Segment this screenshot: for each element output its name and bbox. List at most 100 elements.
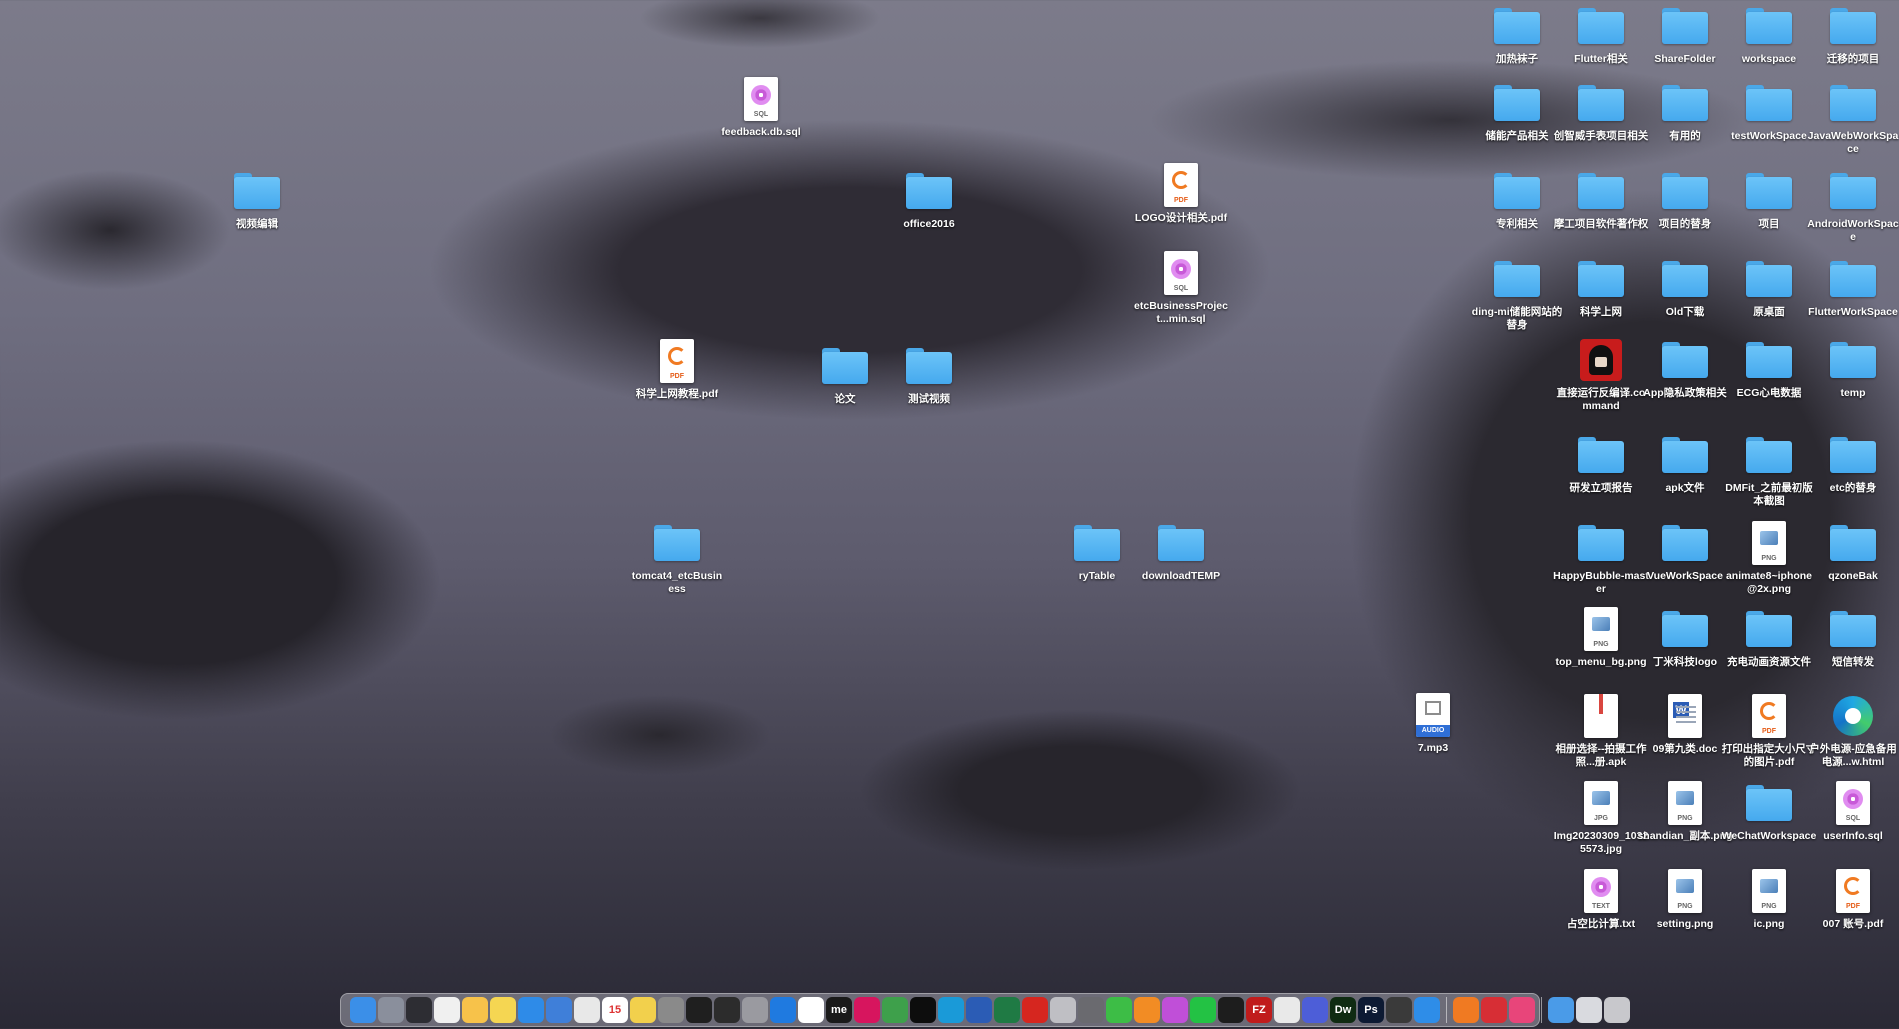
folder-youyong[interactable]: 有用的: [1637, 80, 1733, 143]
folder-testworkspace[interactable]: testWorkSpace: [1721, 80, 1817, 143]
file-etc-sql[interactable]: SQL etcBusinessProject...min.sql: [1133, 250, 1229, 325]
file-top-menu-png[interactable]: PNG top_menu_bg.png: [1553, 606, 1649, 669]
folder-javaweb[interactable]: JavaWebWorkSpace: [1805, 80, 1899, 155]
drive-icon[interactable]: [1576, 997, 1602, 1023]
disk-utility-icon[interactable]: [742, 997, 768, 1023]
folder-jiare-wazi[interactable]: 加热袜子: [1469, 3, 1565, 66]
file-007-pdf[interactable]: PDF 007 账号.pdf: [1805, 868, 1899, 931]
calculator-icon[interactable]: [1078, 997, 1104, 1023]
folder-workspace[interactable]: workspace: [1721, 3, 1817, 66]
android-studio-icon[interactable]: [882, 997, 908, 1023]
folder-xiangmu-alias[interactable]: 项目的替身: [1637, 168, 1733, 231]
finder-icon[interactable]: [350, 997, 376, 1023]
folder-old-download[interactable]: Old下载: [1637, 256, 1733, 319]
folder-downloadtemp[interactable]: downloadTEMP: [1133, 520, 1229, 583]
folder-wechat[interactable]: WeChatWorkspace: [1721, 780, 1817, 843]
stickies-icon[interactable]: [630, 997, 656, 1023]
file-html[interactable]: 户外电源-应急备用电源...w.html: [1805, 693, 1899, 768]
excel-icon[interactable]: [994, 997, 1020, 1023]
typora-icon[interactable]: [434, 997, 460, 1023]
cloud-icon[interactable]: [546, 997, 572, 1023]
folder-app-privacy[interactable]: App隐私政策相关: [1637, 337, 1733, 400]
file-shandian-png[interactable]: PNG shandian_副本.png: [1637, 780, 1733, 843]
folder-duanxin[interactable]: 短信转发: [1805, 606, 1899, 669]
calendar-icon[interactable]: 15: [602, 997, 628, 1023]
sublime-icon[interactable]: [1134, 997, 1160, 1023]
folder-flutterworkspace[interactable]: FlutterWorkSpace: [1805, 256, 1899, 319]
toolbox-icon[interactable]: [1481, 997, 1507, 1023]
wechat-icon[interactable]: [1190, 997, 1216, 1023]
folder-xiangmu[interactable]: 项目: [1721, 168, 1817, 231]
folder-tomcat[interactable]: tomcat4_etcBusiness: [629, 520, 725, 595]
android-terminal-icon[interactable]: [714, 997, 740, 1023]
folder-sharefolder[interactable]: ShareFolder: [1637, 3, 1733, 66]
word-icon[interactable]: [966, 997, 992, 1023]
webstorm-icon[interactable]: [910, 997, 936, 1023]
xcode-icon[interactable]: [770, 997, 796, 1023]
folder-happybubble[interactable]: HappyBubble-master: [1553, 520, 1649, 595]
folder-vue[interactable]: VueWorkSpace: [1637, 520, 1733, 583]
folder-mogong[interactable]: 摩工项目软件著作权: [1553, 168, 1649, 231]
folder-apk[interactable]: apk文件: [1637, 432, 1733, 495]
folder-ecg[interactable]: ECG心电数据: [1721, 337, 1817, 400]
filezilla-icon[interactable]: FZ: [1246, 997, 1272, 1023]
folder-app-icon[interactable]: [1414, 997, 1440, 1023]
file-apk[interactable]: 相册选择--拍摄工作照...册.apk: [1553, 693, 1649, 768]
intellij-icon[interactable]: [854, 997, 880, 1023]
file-dayin-pdf[interactable]: PDF 打印出指定大小尺寸的图片.pdf: [1721, 693, 1817, 768]
flower-icon[interactable]: [1162, 997, 1188, 1023]
folder-ceshi-shipin[interactable]: 测试视频: [881, 343, 977, 406]
folder-chongdian[interactable]: 充电动画资源文件: [1721, 606, 1817, 669]
folder-shipin-bianji[interactable]: 视频编辑: [209, 168, 305, 231]
file-userinfo-sql[interactable]: SQL userInfo.sql: [1805, 780, 1899, 843]
folder-flutter[interactable]: Flutter相关: [1553, 3, 1649, 66]
folder-yuan-zhuomian[interactable]: 原桌面: [1721, 256, 1817, 319]
folder-qianyi[interactable]: 迁移的项目: [1805, 3, 1899, 66]
screenshot-icon[interactable]: [1548, 997, 1574, 1023]
file-txt[interactable]: TEXT 占空比计算.txt: [1553, 868, 1649, 931]
folder-chuangzhiwei[interactable]: 创智威手表项目相关: [1553, 80, 1649, 143]
chrome-icon[interactable]: [574, 997, 600, 1023]
file-feedback-sql[interactable]: SQL feedback.db.sql: [713, 76, 809, 139]
mission-control-icon[interactable]: [406, 997, 432, 1023]
command-file[interactable]: 直接运行反编译.command: [1553, 337, 1649, 412]
photos-icon[interactable]: [462, 997, 488, 1023]
file-doc[interactable]: W 09第九类.doc: [1637, 693, 1733, 756]
edge-icon[interactable]: [938, 997, 964, 1023]
pdf-expert-icon[interactable]: [1453, 997, 1479, 1023]
folder-rytable[interactable]: ryTable: [1049, 520, 1145, 583]
photoshop-icon[interactable]: Ps: [1358, 997, 1384, 1023]
folder-yanfa[interactable]: 研发立项报告: [1553, 432, 1649, 495]
qq-icon[interactable]: [1218, 997, 1244, 1023]
file-animate8-png[interactable]: PNG animate8~iphone@2x.png: [1721, 520, 1817, 595]
chrome-alt-icon[interactable]: [1274, 997, 1300, 1023]
folder-chuneng[interactable]: 储能产品相关: [1469, 80, 1565, 143]
folder-dingmi[interactable]: ding-mi储能网站的替身: [1469, 256, 1565, 331]
keyboard-icon[interactable]: [1050, 997, 1076, 1023]
file-logo-pdf[interactable]: PDF LOGO设计相关.pdf: [1133, 162, 1229, 225]
folder-zhuanli[interactable]: 专利相关: [1469, 168, 1565, 231]
folder-kexue[interactable]: 科学上网: [1553, 256, 1649, 319]
file-mp3[interactable]: AUDIO 7.mp3: [1385, 692, 1481, 755]
file-setting-png[interactable]: PNG setting.png: [1637, 868, 1733, 931]
folder-office2016[interactable]: office2016: [881, 168, 977, 231]
file-jpg[interactable]: JPG Img20230309_10325573.jpg: [1553, 780, 1649, 855]
terminal-icon[interactable]: [686, 997, 712, 1023]
file-kexue-pdf[interactable]: PDF 科学上网教程.pdf: [629, 338, 725, 401]
file-ic-png[interactable]: PNG ic.png: [1721, 868, 1817, 931]
folder-dmfit[interactable]: DMFit_之前最初版本截图: [1721, 432, 1817, 507]
trash-icon[interactable]: [1604, 997, 1630, 1023]
folder-temp[interactable]: temp: [1805, 337, 1899, 400]
launchpad-icon[interactable]: [378, 997, 404, 1023]
app-green-icon[interactable]: [1106, 997, 1132, 1023]
wps-icon[interactable]: [798, 997, 824, 1023]
notes-icon[interactable]: [490, 997, 516, 1023]
folder-dingmi-logo[interactable]: 丁米科技logo: [1637, 606, 1733, 669]
folder-lunwen[interactable]: 论文: [797, 343, 893, 406]
dreamweaver-icon[interactable]: Dw: [1330, 997, 1356, 1023]
netease-icon[interactable]: [1022, 997, 1048, 1023]
me-app-icon[interactable]: me: [826, 997, 852, 1023]
folder-etc-alias[interactable]: etc的替身: [1805, 432, 1899, 495]
settings-icon[interactable]: [658, 997, 684, 1023]
safari-icon[interactable]: [518, 997, 544, 1023]
